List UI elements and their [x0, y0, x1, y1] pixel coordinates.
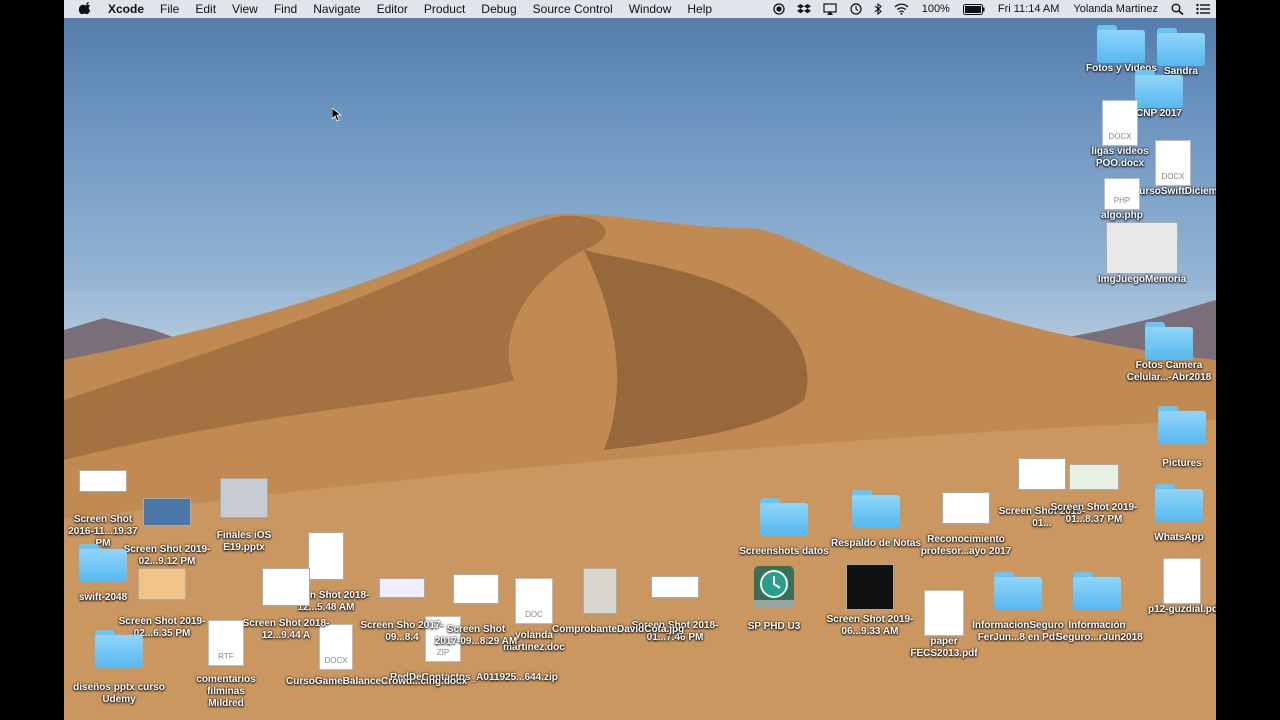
- desktop-folder-disenos[interactable]: diseños pptx curso Udemy: [70, 630, 168, 706]
- desktop-folder-screenshots-datos[interactable]: Screenshots datos: [734, 498, 834, 558]
- menu-debug[interactable]: Debug: [481, 2, 516, 16]
- folder-icon: [1145, 322, 1193, 360]
- bluetooth-icon[interactable]: [874, 3, 882, 15]
- menu-window[interactable]: Window: [629, 2, 672, 16]
- menu-help[interactable]: Help: [687, 2, 712, 16]
- image-thumbnail-icon: [583, 568, 617, 614]
- menu-navigate[interactable]: Navigate: [313, 2, 360, 16]
- desktop-drive-sp-phd[interactable]: SP PHD U3: [738, 564, 810, 633]
- folder-icon: [1158, 406, 1206, 444]
- desktop-file-screenshot-933[interactable]: Screen Shot 2019-06...9.33 AM: [822, 564, 918, 638]
- menu-edit[interactable]: Edit: [195, 2, 216, 16]
- php-file-icon: PHP: [1104, 178, 1140, 210]
- docx-file-icon: DOCX: [1155, 140, 1191, 186]
- time-machine-drive-icon: [754, 566, 794, 608]
- folder-icon: [1073, 572, 1121, 610]
- desktop-folder-informacion-seguro-1[interactable]: InformacionSeguro FerJun...8 en Pdf: [970, 572, 1066, 644]
- desktop-file-screenshot-837[interactable]: Screen Shot 2019-01...8.37 PM: [1046, 464, 1142, 526]
- desktop-folder-whatsapp[interactable]: WhatsApp: [1144, 484, 1214, 544]
- image-thumbnail-icon: [453, 574, 499, 604]
- folder-icon: [1155, 484, 1203, 522]
- image-thumbnail-icon: [79, 470, 127, 492]
- desktop: Xcode File Edit View Find Navigate Edito…: [64, 0, 1216, 720]
- image-thumbnail-icon: [262, 568, 310, 606]
- mouse-pointer-icon: [332, 108, 342, 122]
- desktop-folder-fotos-videos[interactable]: Fotos y Videos: [1086, 25, 1157, 75]
- folder-icon: [760, 498, 808, 536]
- folder-icon: [852, 490, 900, 528]
- image-thumbnail-icon: [379, 578, 425, 598]
- apple-menu-icon[interactable]: [78, 2, 92, 16]
- menu-product[interactable]: Product: [424, 2, 465, 16]
- dropbox-icon[interactable]: [796, 3, 811, 15]
- image-thumbnail-icon: [1069, 464, 1119, 490]
- doc-file-icon: DOC: [515, 578, 553, 624]
- desktop-file-p12[interactable]: p12-guzdial.pdf: [1148, 558, 1216, 616]
- menubar-user[interactable]: Yolanda Martinez: [1073, 3, 1158, 15]
- pptx-file-icon: [220, 478, 268, 518]
- folder-icon: [1157, 28, 1205, 66]
- airplay-icon[interactable]: [823, 3, 837, 15]
- battery-icon[interactable]: [962, 3, 985, 15]
- menu-editor[interactable]: Editor: [377, 2, 408, 16]
- status-area: 100% Fri 11:14 AM Yolanda Martinez: [767, 0, 1216, 18]
- battery-percent: 100%: [921, 3, 950, 15]
- menubar-clock[interactable]: Fri 11:14 AM: [998, 3, 1060, 15]
- image-thumbnail-icon: [143, 498, 191, 526]
- image-thumbnail-icon: [1106, 222, 1178, 274]
- notification-center-icon[interactable]: [1196, 3, 1210, 15]
- wifi-icon[interactable]: [894, 3, 909, 15]
- pdf-file-icon: [924, 590, 964, 636]
- rtf-file-icon: RTF: [208, 620, 244, 666]
- image-thumbnail-icon: [942, 492, 990, 524]
- menu-find[interactable]: Find: [274, 2, 297, 16]
- menu-app-name[interactable]: Xcode: [108, 2, 144, 16]
- record-icon[interactable]: [773, 3, 785, 15]
- desktop-folder-informacion-seguro-2[interactable]: Información Seguro...rJun2018: [1056, 572, 1143, 644]
- folder-icon: [95, 630, 143, 668]
- image-thumbnail-icon: [138, 568, 186, 600]
- desktop-file-algo-php[interactable]: PHP algo.php: [1098, 178, 1146, 222]
- desktop-file-img-juego[interactable]: ImgJuegoMemoria: [1094, 222, 1190, 286]
- menu-bar: Xcode File Edit View Find Navigate Edito…: [64, 0, 1216, 18]
- menu-view[interactable]: View: [232, 2, 258, 16]
- image-thumbnail-icon: [846, 564, 894, 610]
- spotlight-search-icon[interactable]: [1171, 3, 1184, 15]
- menu-source-control[interactable]: Source Control: [533, 2, 613, 16]
- desktop-file-finales-ios[interactable]: Finales iOS E19.pptx: [206, 478, 282, 554]
- desktop-folder-respaldo-notas[interactable]: Respaldo de Notas: [826, 490, 926, 550]
- menu-file[interactable]: File: [160, 2, 179, 16]
- folder-icon: [994, 572, 1042, 610]
- image-thumbnail-icon: [651, 576, 699, 598]
- time-machine-icon[interactable]: [849, 3, 862, 15]
- desktop-folder-fotos-camera[interactable]: Fotos Camera Celular...-Abr2018: [1124, 322, 1214, 384]
- pdf-file-icon: [1163, 558, 1201, 604]
- folder-icon: [1097, 25, 1145, 63]
- desktop-folder-pictures[interactable]: Pictures: [1152, 406, 1212, 470]
